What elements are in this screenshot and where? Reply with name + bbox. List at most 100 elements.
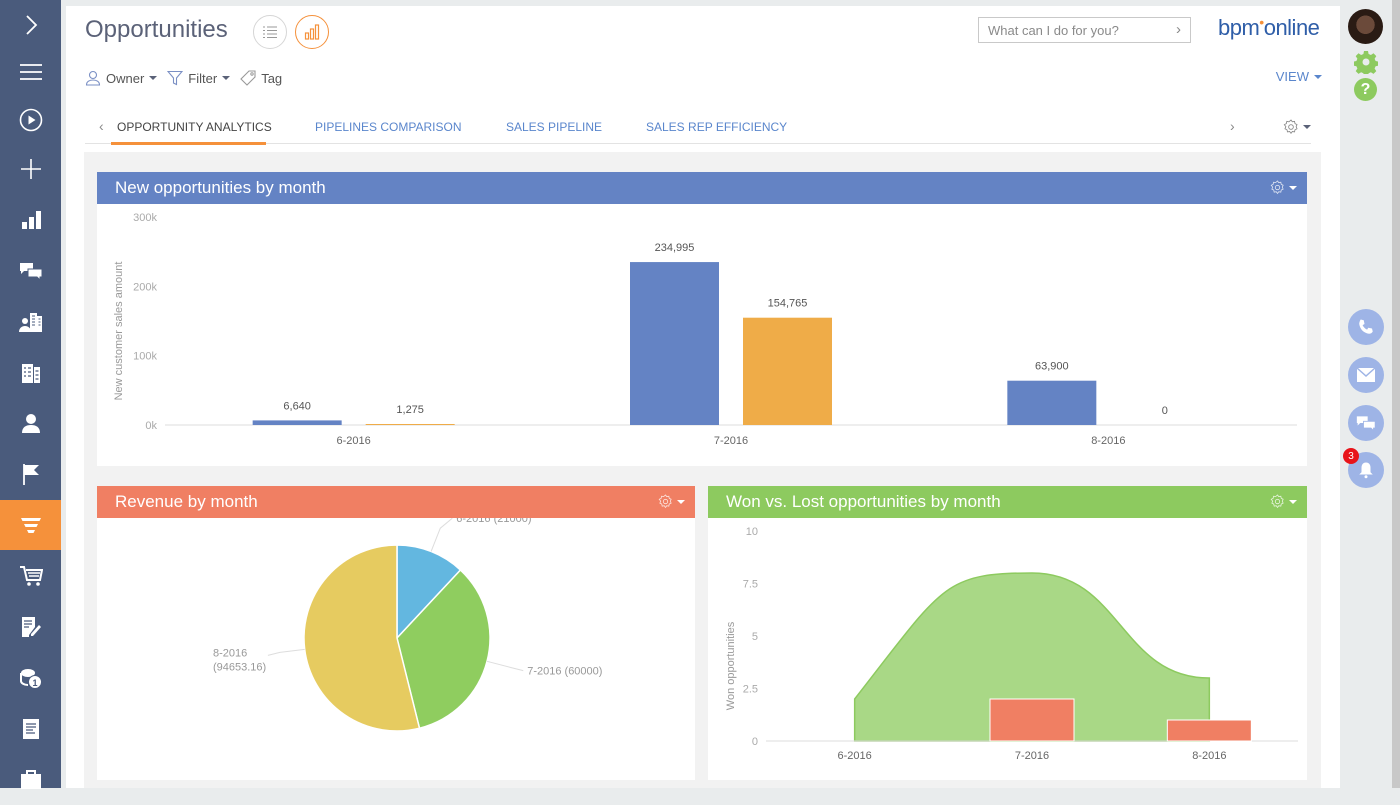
tabs-settings-button[interactable] (1283, 119, 1311, 135)
analytics-tabs: ‹ OPPORTUNITY ANALYTICS PIPELINES COMPAR… (85, 110, 1311, 145)
widget-header: New opportunities by month (97, 172, 1307, 204)
active-tab-indicator (111, 142, 266, 145)
plus-icon (20, 159, 41, 179)
call-button[interactable] (1348, 309, 1384, 345)
tab-sales-rep-efficiency[interactable]: SALES REP EFFICIENCY (646, 120, 787, 134)
view-button[interactable]: VIEW (1276, 69, 1322, 84)
play-icon (19, 108, 42, 132)
sidebar-item-invoices[interactable]: 1 (0, 653, 61, 703)
system-settings-button[interactable] (1353, 50, 1379, 79)
widget-settings-button[interactable] (1270, 180, 1297, 195)
widget-title: Revenue by month (115, 492, 258, 511)
x-tick-label: 7-2016 (714, 435, 748, 447)
gear-icon (1270, 494, 1284, 509)
data-label: 0 (1162, 405, 1168, 417)
document-icon (22, 719, 39, 739)
logo: bpm•online (1218, 14, 1320, 41)
building-icon (21, 364, 40, 383)
leader-line (486, 660, 524, 672)
user-avatar[interactable] (1348, 9, 1383, 44)
slice-label: 8-2016 (213, 647, 247, 659)
y-axis-label: Won opportunities (725, 621, 737, 710)
lost-bar (1166, 719, 1252, 742)
sidebar-item-processes[interactable] (0, 95, 61, 145)
funnel-icon (20, 518, 41, 533)
list-view-button[interactable] (253, 15, 287, 49)
filter-button[interactable]: Filter (167, 70, 231, 86)
bar-chart-icon (304, 24, 320, 40)
x-tick-label: 8-2016 (1192, 750, 1226, 762)
widget-settings-button[interactable] (1270, 494, 1297, 509)
new-opportunities-chart: 0k 100k 200k 300k New customer sales amount 6… (113, 212, 1297, 447)
chevron-right-icon[interactable]: › (1176, 21, 1181, 38)
sidebar-item-menu[interactable] (0, 47, 61, 97)
page-title: Opportunities (85, 16, 228, 43)
caret-down-icon (1303, 125, 1311, 129)
sidebar-item-projects[interactable] (0, 755, 61, 805)
sidebar-item-documents[interactable] (0, 704, 61, 754)
sidebar-item-feed[interactable] (0, 246, 61, 296)
search-placeholder: What can I do for you? (988, 23, 1119, 38)
slice-label: 7-2016 (60000) (527, 666, 602, 678)
bar (630, 262, 719, 425)
data-label: 154,765 (768, 298, 808, 310)
chat-button[interactable] (1348, 405, 1384, 441)
tag-button[interactable]: Tag (240, 70, 282, 86)
gear-icon (1270, 180, 1284, 195)
won-lost-widget: Won vs. Lost opportunities by month 0 2.5… (708, 486, 1307, 780)
widget-settings-button[interactable] (658, 494, 685, 509)
bar (365, 424, 455, 425)
data-label: 6,640 (283, 400, 311, 412)
flag-icon (22, 464, 39, 485)
email-button[interactable] (1348, 357, 1384, 393)
person-icon (21, 414, 40, 433)
help-button[interactable]: ? (1354, 78, 1377, 101)
contact-building-icon (18, 313, 42, 332)
logo-suffix: online (1263, 15, 1320, 40)
bar-chart-icon (21, 211, 41, 229)
cart-icon (19, 566, 43, 586)
leader-line (267, 648, 305, 656)
sidebar-item-dashboards[interactable] (0, 195, 61, 245)
page-scrollbar[interactable] (1392, 0, 1400, 788)
sidebar-item-leads[interactable] (0, 449, 61, 499)
tab-opportunity-analytics[interactable]: OPPORTUNITY ANALYTICS (117, 120, 272, 134)
bar (743, 317, 832, 425)
data-label: 1,275 (396, 404, 424, 416)
sidebar-item-accounts[interactable] (0, 348, 61, 398)
chevron-right-icon[interactable]: › (1230, 118, 1235, 134)
sidebar-item-expand[interactable] (0, 0, 61, 50)
y-tick-label: 0k (145, 420, 157, 432)
y-tick-label: 2.5 (743, 684, 758, 696)
envelope-icon (1356, 367, 1376, 382)
analytics-view-button[interactable] (295, 15, 329, 49)
sidebar-item-opportunities[interactable] (0, 500, 61, 550)
sidebar-item-accounts-contacts[interactable] (0, 297, 61, 347)
owner-filter[interactable]: Owner (85, 70, 158, 86)
dashboard-area: New opportunities by month 0k 100k 200k 300… (84, 152, 1321, 788)
command-search-input[interactable]: What can I do for you? › (978, 17, 1191, 43)
new-opportunities-widget: New opportunities by month 0k 100k 200k 300… (97, 172, 1307, 466)
tag-label: Tag (261, 70, 283, 86)
sidebar-item-contacts[interactable] (0, 398, 61, 448)
y-tick-label: 100k (133, 351, 157, 363)
widget-header: Won vs. Lost opportunities by month (708, 486, 1307, 518)
tag-icon (240, 70, 256, 86)
funnel-outline-icon (167, 70, 184, 86)
tab-sales-pipeline[interactable]: SALES PIPELINE (506, 120, 602, 134)
chevron-right-icon (25, 15, 37, 35)
logo-prefix: bpm (1218, 15, 1260, 40)
sidebar-item-add[interactable] (0, 144, 61, 194)
leader-line (430, 517, 453, 552)
sidebar-item-orders[interactable] (0, 551, 61, 601)
logo-dot: • (1259, 14, 1264, 30)
caret-down-icon (1289, 499, 1297, 504)
sidebar-item-contracts[interactable] (0, 602, 61, 652)
question-icon: ? (1360, 80, 1371, 98)
filter-bar: Owner Filter Tag (85, 70, 282, 86)
bar (1007, 380, 1097, 425)
chevron-left-icon[interactable]: ‹ (99, 118, 104, 134)
revenue-widget: Revenue by month 6-2016 (21000) 7-2016 (6… (97, 486, 695, 780)
list-icon (263, 26, 277, 38)
tab-pipelines-comparison[interactable]: PIPELINES COMPARISON (315, 120, 461, 134)
